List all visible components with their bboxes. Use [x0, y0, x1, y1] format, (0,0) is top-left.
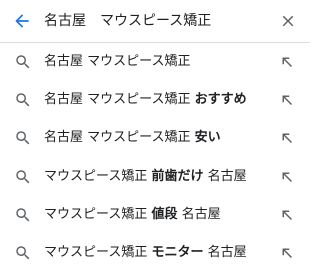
close-icon: [282, 15, 294, 27]
arrow-up-left-icon[interactable]: [278, 244, 296, 262]
suggestion-item[interactable]: マウスピース矯正 前歯だけ 名古屋: [0, 158, 310, 196]
search-input[interactable]: 名古屋 マウスピース矯正: [44, 11, 211, 31]
search-icon: [16, 169, 30, 183]
suggestion-text: 名古屋 マウスピース矯正: [44, 54, 191, 69]
suggestion-text: マウスピース矯正 モニター 名古屋: [44, 244, 247, 260]
suggestion-text: マウスピース矯正 値段 名古屋: [44, 206, 221, 222]
arrow-up-left-icon[interactable]: [278, 129, 296, 147]
suggestion-item[interactable]: マウスピース矯正 値段 名古屋: [0, 196, 310, 234]
suggestion-item[interactable]: 名古屋 マウスピース矯正 安い: [0, 119, 310, 157]
clear-button[interactable]: [276, 9, 300, 33]
search-icon: [16, 246, 30, 260]
suggestion-list: 名古屋 マウスピース矯正 名古屋 マウスピース矯正 おすすめ 名古屋 マウスピー…: [0, 43, 310, 272]
arrow-up-left-icon[interactable]: [278, 91, 296, 109]
search-icon: [16, 55, 30, 69]
suggestion-text: 名古屋 マウスピース矯正 安い: [44, 130, 221, 146]
suggestion-item[interactable]: マウスピース矯正 モニター 名古屋: [0, 234, 310, 272]
arrow-up-left-icon[interactable]: [278, 53, 296, 71]
search-icon: [16, 93, 30, 107]
suggestion-item[interactable]: 名古屋 マウスピース矯正: [0, 43, 310, 81]
suggestion-text: 名古屋 マウスピース矯正 おすすめ: [44, 92, 247, 108]
search-icon: [16, 131, 30, 145]
back-button[interactable]: [10, 9, 34, 33]
suggestion-item[interactable]: 名古屋 マウスピース矯正 おすすめ: [0, 81, 310, 119]
suggestion-text: マウスピース矯正 前歯だけ 名古屋: [44, 168, 247, 184]
arrow-up-left-icon[interactable]: [278, 168, 296, 186]
search-icon: [16, 208, 30, 222]
search-bar: 名古屋 マウスピース矯正: [0, 0, 310, 43]
arrow-left-icon: [15, 14, 29, 28]
arrow-up-left-icon[interactable]: [278, 206, 296, 224]
